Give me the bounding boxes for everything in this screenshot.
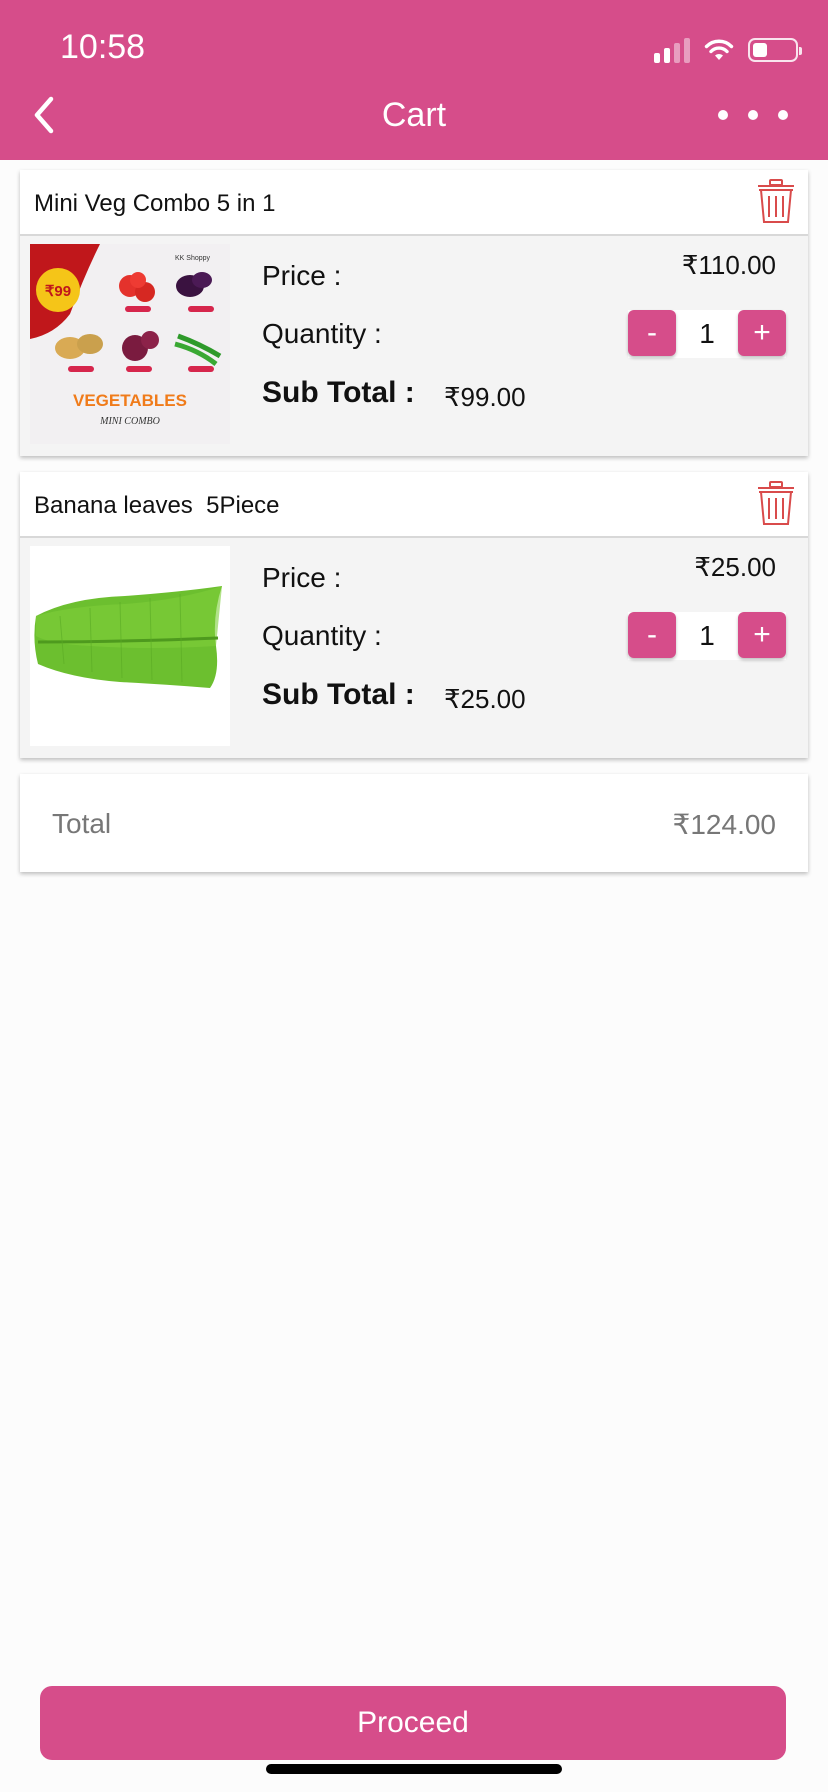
- cart-item-header: Banana leaves 5Piece: [20, 472, 808, 538]
- price-value: ₹110.00: [681, 250, 776, 280]
- quantity-value: 1: [699, 620, 715, 651]
- wifi-icon: [704, 39, 734, 60]
- total-value: ₹124.00: [672, 809, 776, 840]
- subtotal-label: Sub Total :: [262, 678, 415, 711]
- subtotal-label: Sub Total :: [262, 376, 415, 409]
- proceed-button[interactable]: Proceed: [40, 1686, 786, 1760]
- quantity-label: Quantity :: [262, 620, 382, 651]
- battery-icon: [748, 38, 802, 62]
- price-label: Price :: [262, 260, 342, 291]
- app-header: 10:58 Cart: [0, 0, 828, 160]
- subtotal-value: ₹99.00: [444, 382, 526, 412]
- decrease-quantity-button[interactable]: -: [628, 612, 676, 658]
- item-name: Banana leaves 5Piece: [34, 492, 280, 519]
- quantity-stepper: - 1 +: [628, 612, 786, 660]
- brand-text: KK Shoppy: [175, 255, 211, 262]
- image-title-text: VEGETABLES: [73, 391, 187, 410]
- cart-item-card: Banana leaves 5Piece Price: ₹25.00 Quan…: [20, 472, 808, 758]
- increase-quantity-button[interactable]: +: [738, 612, 786, 658]
- total-card: Total ₹124.00: [20, 774, 808, 872]
- page-title: Cart: [381, 96, 447, 134]
- product-image-banana-leaf: [30, 546, 230, 746]
- more-options-button[interactable]: [718, 100, 788, 130]
- more-horizontal-icon: [718, 110, 728, 120]
- subtotal-value: ₹25.00: [444, 684, 526, 714]
- price-label: Price :: [262, 562, 342, 593]
- total-label: Total: [52, 808, 112, 839]
- decrease-quantity-button[interactable]: -: [628, 310, 676, 356]
- cart-item-body: Price : ₹25.00 Quantity : - 1 + Sub Tota…: [20, 538, 808, 758]
- image-subtitle-text: MINI COMBO: [99, 416, 160, 427]
- home-indicator: [266, 1764, 562, 1774]
- quantity-label: Quantity :: [262, 318, 382, 349]
- trash-icon[interactable]: [756, 178, 796, 226]
- quantity-value: 1: [699, 318, 715, 349]
- increase-quantity-button[interactable]: +: [738, 310, 786, 356]
- cart-screen: 10:58 Cart Mini Veg Combo 5 in 1 ₹99 KK …: [0, 0, 828, 1792]
- item-name: Mini Veg Combo 5 in 1: [34, 190, 276, 217]
- cart-item-header: Mini Veg Combo 5 in 1: [20, 170, 808, 236]
- cart-item-body: ₹99 KK Shoppy VEGETABLES MINI COMBO Pric…: [20, 236, 808, 456]
- cart-item-card: Mini Veg Combo 5 in 1 ₹99 KK Shoppy VEGE…: [20, 170, 808, 456]
- cellular-signal-icon: [654, 37, 690, 63]
- status-icons: [654, 34, 802, 66]
- badge-text: ₹99: [45, 283, 71, 300]
- price-value: ₹25.00: [694, 552, 776, 582]
- product-image-veg-combo: ₹99 KK Shoppy VEGETABLES MINI COMBO: [30, 244, 230, 444]
- status-time: 10:58: [60, 28, 146, 66]
- quantity-stepper: - 1 +: [628, 310, 786, 358]
- trash-icon[interactable]: [756, 480, 796, 528]
